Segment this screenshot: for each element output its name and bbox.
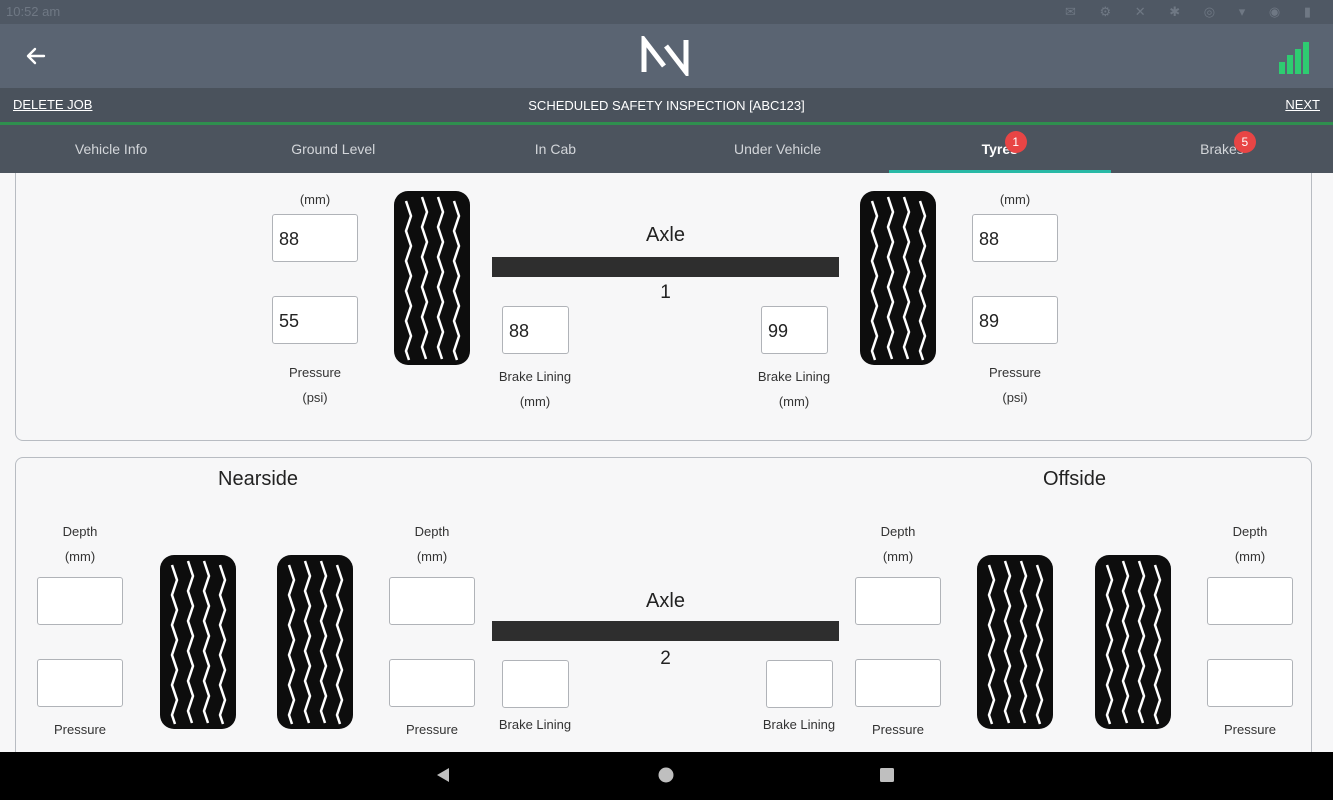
pressure-label: Pressure (53, 722, 107, 737)
tyre-icon[interactable] (277, 555, 353, 729)
tyre-icon[interactable] (160, 555, 236, 729)
tyre-icon[interactable] (977, 555, 1053, 729)
depth-label: Depth (414, 524, 450, 539)
tab-label: Ground Level (291, 141, 376, 157)
axle2-nearside-inner-pressure-input[interactable] (389, 659, 475, 707)
depth-unit-label: (mm) (999, 192, 1031, 207)
system-nav-bar (0, 752, 1333, 800)
axle1-offside-depth-input[interactable]: 88 (972, 214, 1058, 262)
tab-brakes[interactable]: Brakes 5 (1111, 125, 1333, 173)
tab-in-cab[interactable]: In Cab (444, 125, 666, 173)
job-title: SCHEDULED SAFETY INSPECTION [ABC123] (528, 98, 805, 113)
depth-label: Depth (880, 524, 916, 539)
tyre-icon[interactable] (394, 191, 470, 365)
tab-label: Vehicle Info (74, 141, 148, 157)
axle2-nearside-brake-lining-input[interactable] (502, 660, 569, 708)
tyre-icon[interactable] (1095, 555, 1171, 729)
offside-heading: Offside (1043, 468, 1106, 490)
tyre-icon[interactable] (860, 191, 936, 365)
axle-1-number: 1 (660, 282, 671, 303)
brake-lining-label: Brake Lining (498, 717, 572, 732)
tyres-badge: 1 (1004, 131, 1027, 153)
axle1-nearside-depth-input[interactable]: 88 (272, 214, 358, 262)
nearside-heading: Nearside (218, 468, 299, 490)
axle2-nearside-outer-pressure-input[interactable] (37, 659, 123, 707)
axle2-nearside-inner-depth-input[interactable] (389, 577, 475, 625)
depth-unit-label: (mm) (64, 549, 96, 564)
depth-unit-label: (mm) (299, 192, 331, 207)
axle1-offside-pressure-input[interactable]: 89 (972, 296, 1058, 344)
brand-logo-icon (641, 36, 689, 76)
next-button[interactable]: NEXT (1285, 97, 1320, 112)
axle1-offside-brake-lining-input[interactable]: 99 (761, 306, 828, 354)
axle-1-card: (mm) 88 55 Pressure (psi) Axle 1 88 Brak… (15, 173, 1312, 441)
axle-2-card: Nearside Offside Depth (mm) Pressure Dep… (15, 457, 1312, 752)
tyres-content[interactable]: (mm) 88 55 Pressure (psi) Axle 1 88 Brak… (0, 173, 1333, 752)
pressure-label: Pressure (871, 722, 925, 737)
depth-unit-label: (mm) (1234, 549, 1266, 564)
depth-label: Depth (1232, 524, 1268, 539)
axle-1-title: Axle (646, 224, 685, 246)
tab-tyres[interactable]: Tyres 1 (888, 125, 1111, 173)
axle1-nearside-brake-lining-input[interactable]: 88 (502, 306, 569, 354)
pressure-label: Pressure (1223, 722, 1277, 737)
signal-strength-icon (1279, 42, 1309, 74)
brake-lining-label: Brake Lining (498, 369, 572, 384)
tab-vehicle-info[interactable]: Vehicle Info (0, 125, 222, 173)
tab-ground-level[interactable]: Ground Level (222, 125, 444, 173)
axle1-nearside-pressure-input[interactable]: 55 (272, 296, 358, 344)
axle-2-title: Axle (646, 590, 685, 612)
brakes-badge: 5 (1233, 131, 1256, 153)
brake-lining-label: Brake Lining (762, 717, 836, 732)
tab-under-vehicle[interactable]: Under Vehicle (667, 125, 889, 173)
axle2-nearside-outer-depth-input[interactable] (37, 577, 123, 625)
pressure-label: Pressure (405, 722, 459, 737)
axle-2-bar (492, 621, 839, 641)
depth-label: Depth (62, 524, 98, 539)
job-bar: DELETE JOB SCHEDULED SAFETY INSPECTION [… (0, 88, 1333, 122)
depth-unit-label: (mm) (882, 549, 914, 564)
brake-lining-label: Brake Lining (757, 369, 831, 384)
axle2-offside-outer-depth-input[interactable] (1207, 577, 1293, 625)
pressure-label: Pressure (988, 365, 1042, 380)
pressure-unit-label: (psi) (302, 390, 328, 405)
depth-unit-label: (mm) (416, 549, 448, 564)
tab-label: In Cab (534, 141, 577, 157)
tab-label: Under Vehicle (734, 141, 822, 157)
pressure-label: Pressure (288, 365, 342, 380)
status-icons: ✉ ⚙ ✕ ✱ ◎ ▾ ◉ ▮ (1065, 4, 1321, 19)
axle2-offside-outer-pressure-input[interactable] (1207, 659, 1293, 707)
axle-1-bar (492, 257, 839, 277)
nav-back-icon[interactable] (434, 766, 452, 784)
axle2-offside-brake-lining-input[interactable] (766, 660, 833, 708)
nav-home-icon[interactable] (657, 766, 675, 784)
app-bar (0, 24, 1333, 88)
status-bar: 10:52 am ✉ ⚙ ✕ ✱ ◎ ▾ ◉ ▮ (0, 0, 1333, 24)
brake-lining-unit-label: (mm) (519, 394, 551, 409)
tab-bar: Vehicle Info Ground Level In Cab Under V… (0, 125, 1333, 173)
status-time: 10:52 am (6, 4, 61, 19)
axle2-offside-inner-depth-input[interactable] (855, 577, 941, 625)
back-arrow-icon[interactable] (20, 40, 52, 72)
brake-lining-unit-label: (mm) (778, 394, 810, 409)
nav-recents-icon[interactable] (878, 766, 896, 784)
pressure-unit-label: (psi) (1002, 390, 1028, 405)
axle2-offside-inner-pressure-input[interactable] (855, 659, 941, 707)
